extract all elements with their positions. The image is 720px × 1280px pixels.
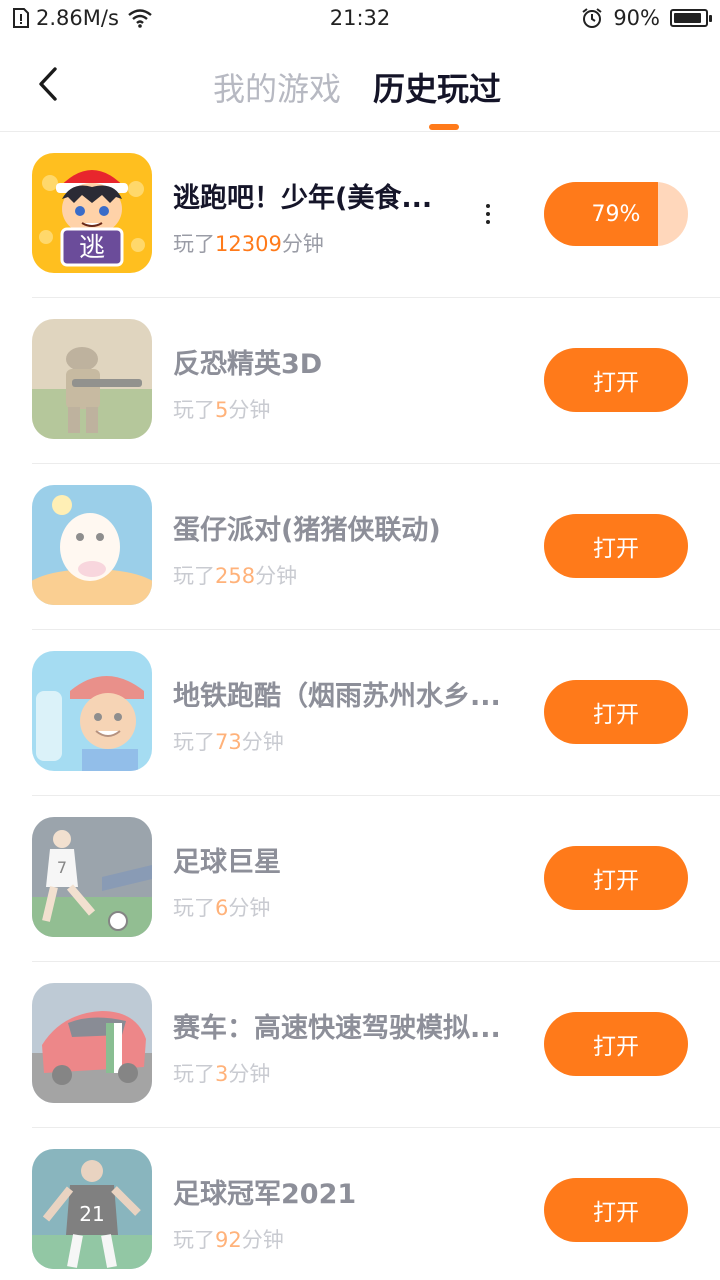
back-arrow-icon (39, 67, 57, 101)
playtime-prefix: 玩了 (173, 896, 215, 920)
download-progress-button[interactable]: 79% (544, 182, 688, 246)
game-title: 赛车：高速快速驾驶模拟... (173, 1013, 501, 1044)
svg-text:7: 7 (57, 858, 67, 877)
game-title: 足球巨星 (173, 847, 281, 878)
open-button[interactable]: 打开 (544, 1012, 688, 1076)
tab-indicator (429, 124, 459, 130)
game-artwork-icon (32, 485, 152, 605)
history-game-list: 逃 逃跑吧！少年(美食... 玩了12309分钟 79% 反恐精英3D 玩了5分… (0, 132, 720, 1280)
playtime-minutes: 3 (215, 1062, 229, 1086)
game-title: 足球冠军2021 (173, 1179, 357, 1210)
playtime-minutes: 73 (215, 730, 242, 754)
more-vertical-icon[interactable] (476, 198, 500, 230)
game-title: 地铁跑酷（烟雨苏州水乡... (173, 681, 501, 712)
game-icon-escape-run[interactable]: 逃 (32, 153, 152, 273)
playtime-minutes: 5 (215, 398, 229, 422)
open-button[interactable]: 打开 (544, 680, 688, 744)
game-playtime: 玩了258分钟 (173, 560, 297, 590)
playtime-prefix: 玩了 (173, 564, 215, 588)
game-artwork-icon: 21 (32, 1149, 152, 1269)
list-item[interactable]: 逃 逃跑吧！少年(美食... 玩了12309分钟 79% (0, 132, 720, 298)
playtime-minutes: 12309 (215, 232, 282, 256)
game-artwork-icon: 7 (32, 817, 152, 937)
status-bar: 2.86M/s 21:32 90% (0, 0, 720, 38)
game-icon-racing[interactable] (32, 983, 152, 1103)
alarm-icon (582, 8, 602, 28)
game-artwork-icon (32, 651, 152, 771)
game-icon-subway-surfers[interactable] (32, 651, 152, 771)
list-item[interactable]: 21 足球冠军2021 玩了92分钟 打开 (0, 1128, 720, 1280)
playtime-suffix: 分钟 (228, 896, 271, 920)
game-icon-football-champion[interactable]: 21 (32, 1149, 152, 1269)
nav-header: 我的游戏 历史玩过 (0, 38, 720, 132)
game-playtime: 玩了12309分钟 (173, 228, 324, 258)
game-artwork-icon (32, 983, 152, 1103)
game-playtime: 玩了73分钟 (173, 726, 284, 756)
tab-history-played[interactable]: 历史玩过 (373, 64, 501, 110)
back-button[interactable] (24, 60, 72, 108)
list-item[interactable]: 7 足球巨星 玩了6分钟 打开 (0, 796, 720, 962)
playtime-prefix: 玩了 (173, 1228, 215, 1252)
playtime-minutes: 258 (215, 564, 256, 588)
list-item[interactable]: 蛋仔派对(猪猪侠联动) 玩了258分钟 打开 (0, 464, 720, 630)
playtime-prefix: 玩了 (173, 232, 215, 256)
playtime-prefix: 玩了 (173, 1062, 215, 1086)
playtime-suffix: 分钟 (228, 398, 271, 422)
svg-text:21: 21 (79, 1202, 104, 1226)
playtime-suffix: 分钟 (255, 564, 298, 588)
playtime-suffix: 分钟 (241, 1228, 284, 1252)
playtime-suffix: 分钟 (281, 232, 324, 256)
game-title: 逃跑吧！少年(美食... (173, 183, 433, 214)
playtime-minutes: 92 (215, 1228, 242, 1252)
list-item[interactable]: 地铁跑酷（烟雨苏州水乡... 玩了73分钟 打开 (0, 630, 720, 796)
game-playtime: 玩了92分钟 (173, 1224, 284, 1254)
open-button[interactable]: 打开 (544, 1178, 688, 1242)
game-icon-counter-strike[interactable] (32, 319, 152, 439)
playtime-minutes: 6 (215, 896, 229, 920)
game-artwork-icon (32, 319, 152, 439)
list-item[interactable]: 反恐精英3D 玩了5分钟 打开 (0, 298, 720, 464)
game-playtime: 玩了3分钟 (173, 1058, 270, 1088)
game-artwork-icon: 逃 (32, 153, 152, 273)
list-item[interactable]: 赛车：高速快速驾驶模拟... 玩了3分钟 打开 (0, 962, 720, 1128)
game-icon-eggy-party[interactable] (32, 485, 152, 605)
status-right: 90% (581, 6, 712, 30)
playtime-suffix: 分钟 (228, 1062, 271, 1086)
tab-my-games[interactable]: 我的游戏 (213, 64, 341, 110)
open-button[interactable]: 打开 (544, 348, 688, 412)
svg-text:逃: 逃 (79, 233, 105, 263)
game-title: 反恐精英3D (173, 349, 323, 380)
progress-label: 79% (591, 201, 641, 227)
game-icon-soccer-star[interactable]: 7 (32, 817, 152, 937)
playtime-prefix: 玩了 (173, 398, 215, 422)
game-title: 蛋仔派对(猪猪侠联动) (173, 515, 441, 546)
open-button[interactable]: 打开 (544, 514, 688, 578)
playtime-prefix: 玩了 (173, 730, 215, 754)
game-playtime: 玩了5分钟 (173, 394, 270, 424)
battery-icon (670, 9, 712, 27)
playtime-suffix: 分钟 (241, 730, 284, 754)
battery-percent: 90% (613, 6, 660, 30)
game-playtime: 玩了6分钟 (173, 892, 270, 922)
open-button[interactable]: 打开 (544, 846, 688, 910)
battery-level (674, 13, 701, 23)
